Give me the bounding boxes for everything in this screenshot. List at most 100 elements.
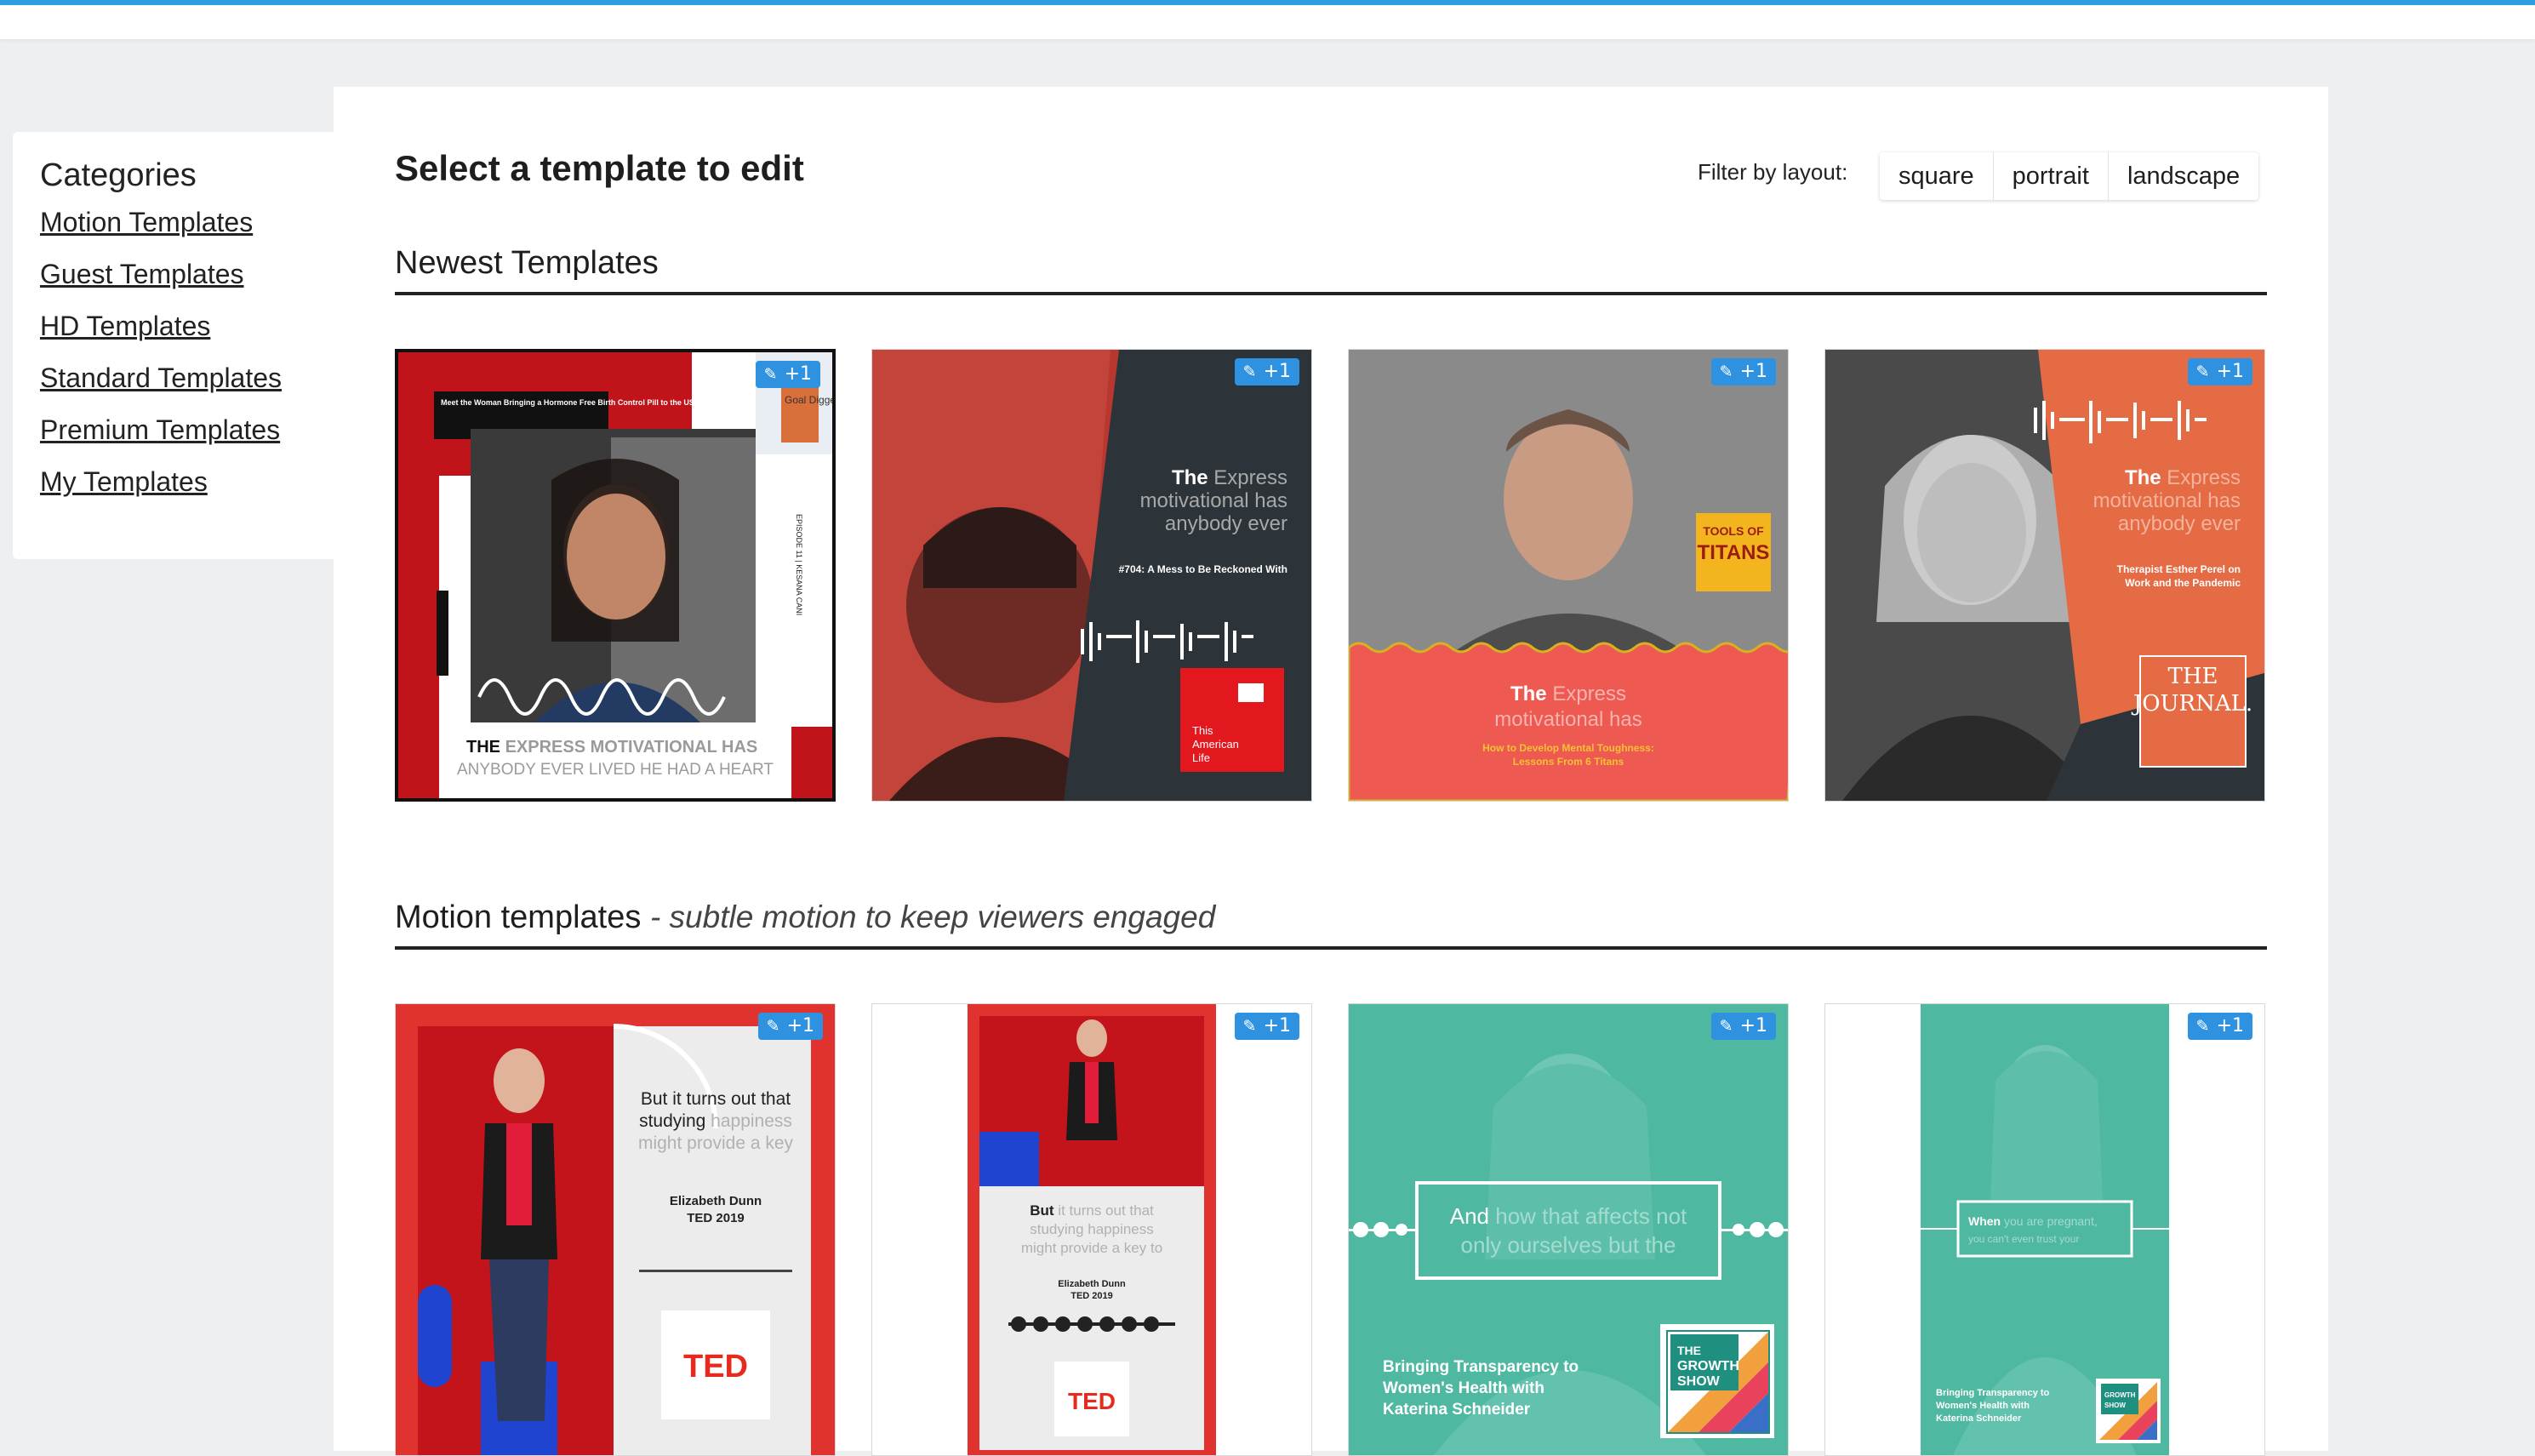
category-link-guest[interactable]: Guest Templates <box>40 258 309 291</box>
section-motion-title: Motion templates <box>395 899 642 935</box>
category-link-standard[interactable]: Standard Templates <box>40 362 309 395</box>
logo-line2: SHOW <box>2104 1402 2126 1409</box>
template-thumbnail: The Express motivational has anybody eve… <box>1825 350 2264 801</box>
categories-heading: Categories <box>40 157 197 193</box>
card-line2-bold: studying <box>639 1111 705 1131</box>
badge-count: +1 <box>2216 1015 2244 1036</box>
template-card-growth-show-portrait[interactable]: When you are pregnant, you can't even tr… <box>1824 1003 2265 1456</box>
edit-badge[interactable]: ✎ +1 <box>1234 358 1299 385</box>
logo-line3: SHOW <box>1677 1374 1721 1389</box>
motion-templates-grid: But it turns out that studying happiness… <box>395 1003 2267 1456</box>
badge-count: +1 <box>1263 1015 1291 1036</box>
svg-text:And how that affects: And how that affects not <box>1450 1203 1687 1229</box>
svg-text:But it turns out tha: But it turns out that <box>1030 1202 1154 1219</box>
card-caption-bold: THE <box>466 738 500 757</box>
card-line2: motivational has <box>2093 489 2241 512</box>
template-thumbnail: The Express motivational has anybody eve… <box>872 350 1311 801</box>
filter-square-button[interactable]: square <box>1880 152 1994 200</box>
top-bar <box>0 0 2535 39</box>
edit-badge[interactable]: ✎ +1 <box>757 1013 823 1040</box>
card-title1: Bringing Transparency to <box>1383 1358 1579 1376</box>
layout-filter-group: square portrait landscape <box>1880 152 2259 200</box>
card-logo-text: Goal Digger <box>785 394 832 406</box>
card-line3: anybody ever <box>1165 512 1287 535</box>
card-quote-line2: only ourselves but the <box>1461 1232 1676 1258</box>
card-top-text: Meet the Woman Bringing a Hormone Free B… <box>441 398 721 407</box>
pencil-icon: ✎ <box>763 365 778 384</box>
card-line2: studying happiness <box>1030 1221 1154 1237</box>
card-quote-line2: you can't even trust your <box>1968 1233 2079 1245</box>
filter-portrait-button[interactable]: portrait <box>1994 152 2109 200</box>
badge-count: +1 <box>784 363 812 385</box>
badge-count: +1 <box>2216 361 2244 382</box>
edit-badge[interactable]: ✎ +1 <box>2187 1013 2252 1040</box>
logo-line1: TOOLS OF <box>1703 524 1764 538</box>
edit-badge[interactable]: ✎ +1 <box>2187 358 2252 385</box>
card-title3: Katerina Schneider <box>1936 1413 2022 1424</box>
card-speaker: Elizabeth Dunn <box>1058 1279 1126 1289</box>
card-event: TED 2019 <box>1071 1291 1113 1301</box>
category-link-premium[interactable]: Premium Templates <box>40 414 309 447</box>
pencil-icon: ✎ <box>1719 1017 1733 1036</box>
template-card-tools-of-titans[interactable]: TOOLS OF TITANS The Express motivational… <box>1348 349 1789 802</box>
svg-text:The Express: The Express <box>1172 466 1287 489</box>
badge-count: +1 <box>1739 361 1767 382</box>
template-thumbnail: Meet the Woman Bringing a Hormone Free B… <box>398 352 832 798</box>
categories-sidebar: Categories Motion Templates Guest Templa… <box>13 132 336 559</box>
category-link-hd[interactable]: HD Templates <box>40 310 309 343</box>
card-title1: Bringing Transparency to <box>1936 1388 2050 1398</box>
card-line3: anybody ever <box>2118 512 2241 535</box>
template-card-ted-square[interactable]: But it turns out that studying happiness… <box>395 1003 836 1456</box>
category-link-motion[interactable]: Motion Templates <box>40 206 309 239</box>
template-card-growth-show-square[interactable]: And how that affects not only ourselves … <box>1348 1003 1789 1456</box>
edit-badge[interactable]: ✎ +1 <box>1710 1013 1776 1040</box>
logo-text: TED <box>1068 1388 1116 1414</box>
edit-badge[interactable]: ✎ +1 <box>1234 1013 1299 1040</box>
card-sub2: Work and the Pandemic <box>2125 577 2241 589</box>
category-link-my[interactable]: My Templates <box>40 465 309 499</box>
logo-line1: GROWTH <box>2104 1391 2136 1399</box>
pencil-icon: ✎ <box>1719 363 1733 381</box>
svg-text:The Express: The Express <box>2125 466 2241 489</box>
card-line2: motivational has <box>1494 708 1641 731</box>
template-card-the-journal[interactable]: The Express motivational has anybody eve… <box>1824 349 2265 802</box>
filter-landscape-button[interactable]: landscape <box>2109 152 2258 200</box>
logo-line2: American <box>1192 738 1239 751</box>
template-card-this-american-life[interactable]: The Express motivational has anybody eve… <box>871 349 1312 802</box>
template-thumbnail: And how that affects not only ourselves … <box>1349 1004 1788 1455</box>
card-title2: Women's Health with <box>1383 1379 1544 1397</box>
card-quote-rest: you are pregnant, <box>2004 1214 2098 1228</box>
card-line2: motivational has <box>1140 489 1287 512</box>
card-side-text: EPISODE 11 | KESANA CANI <box>795 514 803 615</box>
pencil-icon: ✎ <box>766 1017 780 1036</box>
logo-line2: GROWTH <box>1677 1359 1739 1373</box>
logo-line2: TITANS <box>1698 541 1770 564</box>
card-headline-bold: The <box>2125 466 2161 489</box>
card-event: TED 2019 <box>687 1211 745 1225</box>
template-thumbnail: TOOLS OF TITANS The Express motivational… <box>1349 350 1788 801</box>
pencil-icon: ✎ <box>1242 1017 1257 1036</box>
card-line1: But it turns out that <box>641 1089 791 1109</box>
card-quote-bold: And <box>1450 1203 1489 1229</box>
logo-line1: THE <box>1677 1344 1701 1357</box>
template-thumbnail: When you are pregnant, you can't even tr… <box>1825 1004 2264 1455</box>
card-title3: Katerina Schneider <box>1383 1401 1531 1419</box>
card-sub1: How to Develop Mental Toughness: <box>1482 742 1654 754</box>
template-card-goal-digger[interactable]: Meet the Woman Bringing a Hormone Free B… <box>395 349 836 802</box>
card-title2: Women's Health with <box>1936 1401 2030 1411</box>
main-panel: Select a template to edit Filter by layo… <box>334 87 2328 1456</box>
template-card-ted-portrait[interactable]: But it turns out that studying happiness… <box>871 1003 1312 1456</box>
card-line2-rest: happiness <box>711 1111 792 1131</box>
logo-line3: Life <box>1192 751 1210 764</box>
badge-count: +1 <box>1263 361 1291 382</box>
card-headline-rest: Express <box>1213 466 1287 489</box>
filter-label: Filter by layout: <box>1698 159 1848 185</box>
section-motion-subtitle: - subtle motion to keep viewers engaged <box>649 899 1216 934</box>
edit-badge[interactable]: ✎ +1 <box>1710 358 1776 385</box>
card-caption-line2: ANYBODY EVER LIVED HE HAD A HEART <box>457 761 774 779</box>
template-thumbnail: But it turns out that studying happiness… <box>872 1004 1311 1455</box>
section-motion-heading: Motion templates - subtle motion to keep… <box>395 899 2267 950</box>
edit-badge[interactable]: ✎ +1 <box>755 361 820 388</box>
pencil-icon: ✎ <box>1242 363 1257 381</box>
card-quote-bold: When <box>1968 1214 2001 1228</box>
